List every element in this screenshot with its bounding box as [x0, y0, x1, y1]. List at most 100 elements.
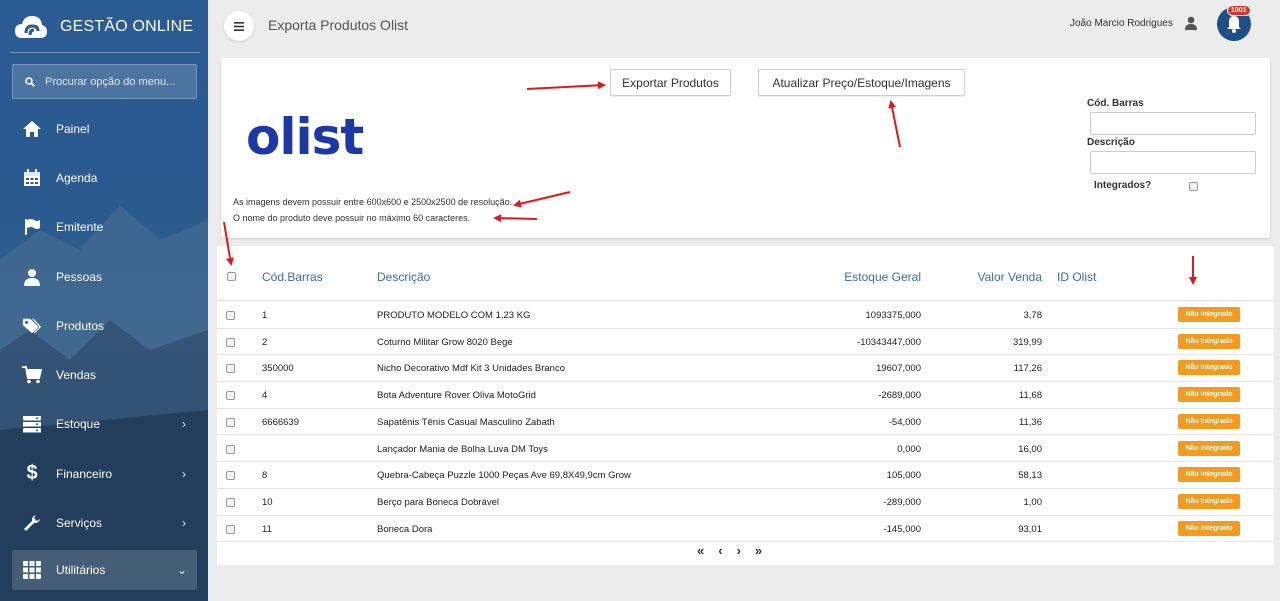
status-badge: Não Integrado [1178, 493, 1240, 509]
sidebar-item-utilitarios[interactable]: Utilitários ⌄ [12, 549, 197, 590]
sidebar-item-label: Agenda [56, 170, 98, 185]
column-header-stock[interactable]: Estoque Geral [757, 270, 921, 284]
cell-description: Nicho Decorativo Mdf Kit 3 Unidades Bran… [377, 363, 565, 375]
cell-barcode: 10 [262, 496, 273, 508]
table-row[interactable]: Lançador Mania de Bolha Luva DM Toys 0,0… [217, 436, 1274, 463]
product-name-length-note: O nome do produto deve possuir no máximo… [233, 213, 471, 223]
cell-barcode: 8 [262, 470, 268, 482]
row-checkbox[interactable] [226, 391, 235, 401]
bell-icon [1227, 16, 1241, 33]
barcode-filter-input[interactable] [1090, 112, 1256, 135]
cell-description: Sapatênis Tênis Casual Masculino Zabath [377, 416, 555, 428]
page-title: Exporta Produtos Olist [268, 17, 409, 33]
sidebar-item-agenda[interactable]: Agenda [0, 153, 208, 202]
cart-icon [22, 365, 42, 385]
cell-barcode: 2 [262, 336, 268, 348]
table-row[interactable]: 1 PRODUTO MODELO COM 1,23 KG 1093375,000… [217, 302, 1274, 329]
next-page-button[interactable]: › [737, 543, 741, 558]
chevron-right-icon: › [182, 466, 186, 481]
table-row[interactable]: 350000 Nicho Decorativo Mdf Kit 3 Unidad… [217, 355, 1274, 383]
cell-barcode: 350000 [262, 363, 294, 375]
sidebar-item-label: Vendas [56, 368, 97, 383]
cell-price: 3,78 [1023, 310, 1043, 321]
row-checkbox[interactable] [226, 337, 235, 347]
sidebar-item-label: Financeiro [56, 466, 113, 481]
prev-page-button[interactable]: ‹ [718, 543, 722, 558]
table-row[interactable]: 2 Coturno Militar Grow 8020 Bege -103434… [217, 329, 1274, 356]
status-badge: Não Integrado [1178, 387, 1240, 403]
sidebar-item-servicos[interactable]: Serviços › [0, 498, 208, 547]
sidebar-item-financeiro[interactable]: $ Financeiro › [0, 449, 208, 498]
tags-icon [22, 316, 42, 336]
status-badge: Não Integrado [1178, 413, 1240, 429]
chevron-right-icon: › [182, 516, 186, 531]
integrated-filter-checkbox[interactable] [1189, 182, 1198, 191]
cell-stock: 105,000 [886, 470, 921, 482]
sidebar-item-label: Painel [56, 121, 90, 136]
sidebar-item-pessoas[interactable]: Pessoas [0, 252, 208, 301]
last-page-button[interactable]: » [755, 543, 762, 558]
image-resolution-note: As imagens devem possuir entre 600x600 e… [233, 197, 513, 207]
sidebar-item-label: Serviços [56, 516, 103, 531]
cell-barcode: 6666639 [262, 416, 299, 428]
row-checkbox[interactable] [226, 417, 235, 427]
table-row[interactable]: 8 Quebra-Cabeça Puzzle 1000 Peças Ave 69… [217, 462, 1274, 489]
menu-search-input[interactable] [45, 75, 185, 88]
update-price-stock-images-button[interactable]: Atualizar Preço/Estoque/Imagens [758, 69, 965, 96]
row-checkbox[interactable] [226, 311, 235, 320]
cell-description: Coturno Militar Grow 8020 Bege [377, 336, 513, 348]
user-menu-icon[interactable] [1185, 16, 1197, 35]
column-header-barcode[interactable]: Cód.Barras [262, 270, 323, 284]
cell-stock: -54,000 [888, 416, 921, 428]
cell-price: 1,00 [1023, 496, 1043, 508]
integrated-filter-label: Integrados? [1094, 180, 1152, 191]
row-checkbox[interactable] [226, 364, 235, 374]
status-badge: Não Integrado [1178, 440, 1240, 456]
sidebar-item-label: Emitente [56, 220, 104, 235]
table-row[interactable]: 10 Berço para Boneca Dobrável -289,000 1… [217, 489, 1274, 516]
cloud-logo-icon [15, 16, 47, 38]
sidebar-item-label: Utilitários [56, 562, 106, 577]
column-header-price[interactable]: Valor Venda [937, 270, 1043, 284]
table-row[interactable]: 6666639 Sapatênis Tênis Casual Masculino… [217, 409, 1274, 436]
sidebar-item-label: Produtos [56, 318, 105, 333]
cell-description: Quebra-Cabeça Puzzle 1000 Peças Ave 69,8… [377, 470, 631, 482]
cell-stock: -145,000 [883, 523, 921, 535]
brand[interactable]: GESTÃO ONLINE [14, 10, 193, 44]
description-filter-label: Descrição [1087, 137, 1135, 148]
row-checkbox[interactable] [226, 524, 235, 534]
row-checkbox[interactable] [226, 497, 235, 507]
search-icon [25, 76, 35, 87]
sidebar-item-painel[interactable]: Painel [0, 104, 208, 153]
dollar-icon: $ [26, 462, 38, 485]
user-icon [22, 267, 42, 287]
products-table: Cód.Barras Descrição Estoque Geral Valor… [217, 246, 1274, 565]
select-all-checkbox[interactable] [227, 272, 236, 281]
export-products-button[interactable]: Exportar Produtos [610, 69, 731, 96]
row-checkbox[interactable] [226, 444, 235, 454]
cell-stock: 0,000 [897, 443, 921, 455]
cell-description: Boneca Dora [377, 523, 433, 535]
column-header-description[interactable]: Descrição [377, 270, 430, 284]
sidebar-item-label: Estoque [56, 417, 101, 432]
menu-toggle-button[interactable] [224, 11, 254, 41]
cell-description: PRODUTO MODELO COM 1,23 KG [377, 310, 531, 321]
row-checkbox[interactable] [226, 471, 235, 481]
user-name[interactable]: João Marcio Rodrigues [1070, 18, 1173, 29]
first-page-button[interactable]: « [697, 543, 704, 558]
sidebar-item-produtos[interactable]: Produtos [0, 301, 208, 350]
sidebar-item-estoque[interactable]: Estoque › [0, 400, 208, 449]
table-row[interactable]: 4 Bota Adventure Rover Oliva MotoGrid -2… [217, 382, 1274, 409]
menu-search[interactable] [12, 64, 197, 99]
column-header-olist-id[interactable]: ID Olist [1057, 270, 1096, 284]
cell-barcode: 11 [262, 523, 272, 535]
app-name: GESTÃO ONLINE [60, 18, 194, 35]
cell-price: 93,01 [1018, 523, 1042, 535]
cell-description: Berço para Boneca Dobrável [377, 496, 499, 508]
sidebar-item-emitente[interactable]: Emitente [0, 203, 208, 252]
sidebar-item-vendas[interactable]: Vendas [0, 350, 208, 399]
table-row[interactable]: 11 Boneca Dora -145,000 93,01 Não Integr… [217, 516, 1274, 543]
calendar-icon [22, 168, 42, 188]
description-filter-input[interactable] [1090, 151, 1256, 174]
cell-barcode: 1 [262, 310, 268, 321]
